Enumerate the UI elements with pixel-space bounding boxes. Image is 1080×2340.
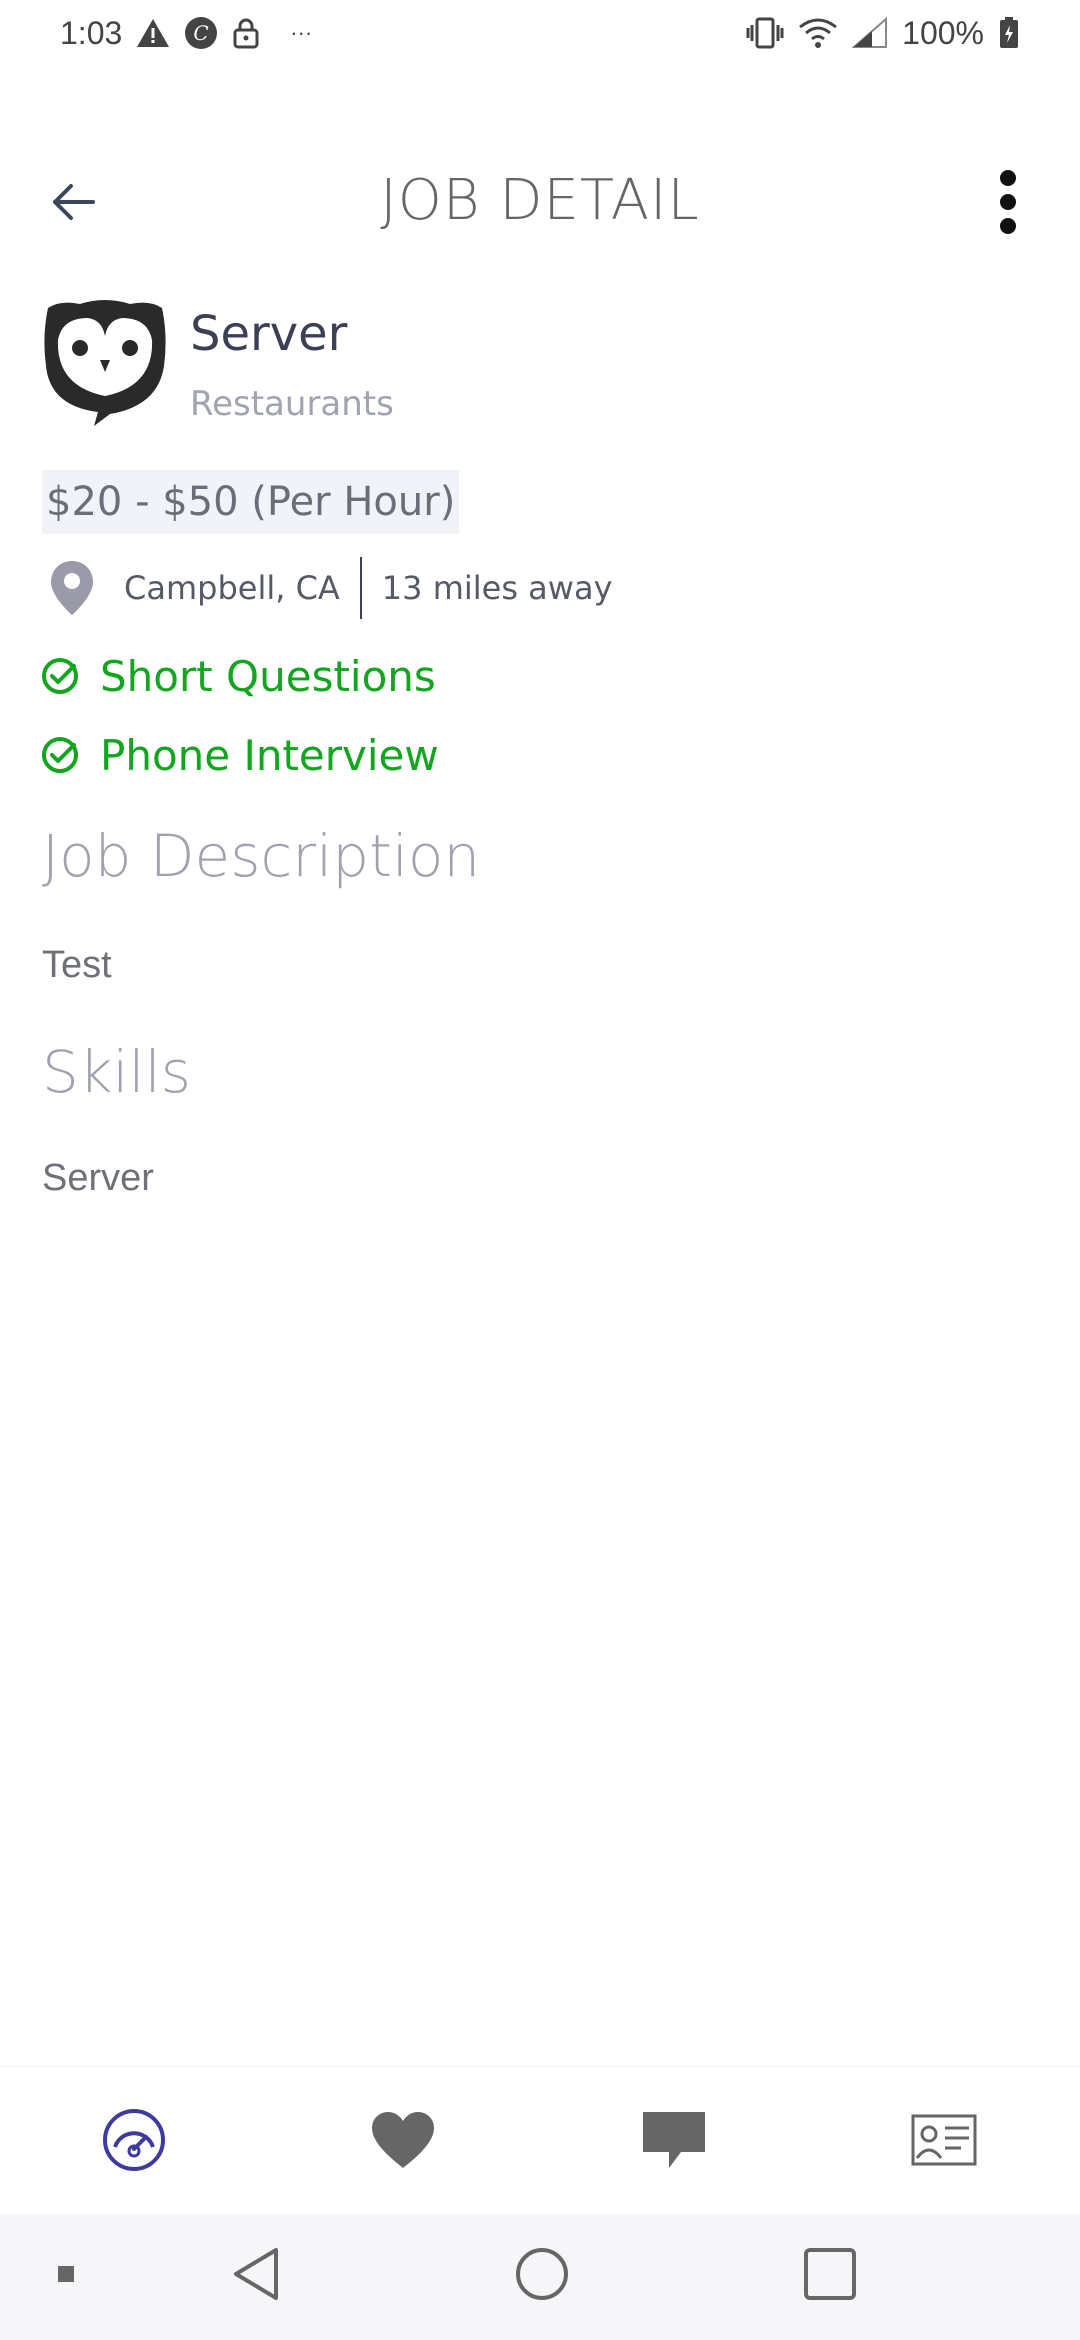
- system-recents-button[interactable]: [790, 2236, 870, 2316]
- more-notifications-indicator: ···: [290, 20, 313, 45]
- triangle-back-icon: [230, 2246, 282, 2307]
- system-home-button[interactable]: [502, 2236, 582, 2316]
- app-header: JOB DETAIL: [0, 150, 1080, 250]
- bottom-navigation: [0, 2066, 1080, 2215]
- system-navigation-bar: [0, 2214, 1080, 2340]
- job-description-heading: Job Description: [42, 822, 481, 890]
- vibrate-icon: [746, 16, 784, 50]
- requirement-label: Short Questions: [100, 651, 436, 701]
- favorites-heart-icon: [370, 2110, 436, 2175]
- circle-home-icon: [514, 2246, 570, 2307]
- location-distance: 13 miles away: [381, 569, 613, 607]
- small-square-icon: [57, 2265, 75, 2288]
- wifi-icon: [798, 17, 838, 49]
- lock-icon: [232, 17, 260, 49]
- battery-charging-icon: [998, 16, 1020, 50]
- square-recents-icon: [803, 2247, 857, 2306]
- location-city: Campbell, CA: [124, 569, 340, 607]
- system-back-button[interactable]: [216, 2236, 296, 2316]
- job-description-text: Test: [42, 944, 112, 986]
- profile-card-icon: [911, 2114, 977, 2171]
- requirement-phone-interview: Phone Interview: [40, 725, 439, 785]
- svg-text:C: C: [194, 21, 209, 45]
- messages-icon: [641, 2110, 707, 2175]
- location-divider: [359, 557, 362, 619]
- job-title: Server: [190, 306, 348, 362]
- skills-text: Server: [42, 1157, 154, 1199]
- status-left: 1:03 C ···: [60, 15, 312, 52]
- page-title: JOB DETAIL: [380, 168, 700, 233]
- owl-logo-icon: [40, 296, 170, 426]
- dashboard-icon: [101, 2107, 167, 2178]
- requirement-label: Phone Interview: [100, 730, 439, 780]
- status-bar: 1:03 C ··· 100%: [0, 0, 1080, 66]
- job-header: Server Restaurants: [40, 296, 1040, 436]
- signal-icon: [852, 17, 888, 49]
- pay-range-badge: $20 - $50 (Per Hour): [42, 470, 460, 534]
- system-square-dot-button[interactable]: [26, 2236, 106, 2316]
- requirement-short-questions: Short Questions: [40, 646, 436, 706]
- nav-profile-button[interactable]: [904, 2105, 984, 2179]
- check-circle-icon: [40, 656, 80, 696]
- nav-messages-button[interactable]: [634, 2105, 714, 2179]
- warning-icon: [136, 18, 170, 48]
- nav-dashboard-button[interactable]: [94, 2105, 174, 2179]
- more-options-button[interactable]: [978, 168, 1038, 240]
- skills-heading: Skills: [42, 1038, 191, 1106]
- job-category: Restaurants: [190, 384, 394, 424]
- more-vertical-icon: [996, 169, 1020, 240]
- nav-favorites-button[interactable]: [363, 2105, 443, 2179]
- check-circle-icon: [40, 735, 80, 775]
- status-time: 1:03: [60, 14, 123, 51]
- status-right: 100%: [746, 15, 1020, 52]
- location-row: Campbell, CA 13 miles away: [42, 556, 613, 620]
- location-pin-icon: [42, 556, 102, 620]
- battery-level: 100%: [902, 14, 984, 51]
- c-app-icon: C: [184, 16, 218, 50]
